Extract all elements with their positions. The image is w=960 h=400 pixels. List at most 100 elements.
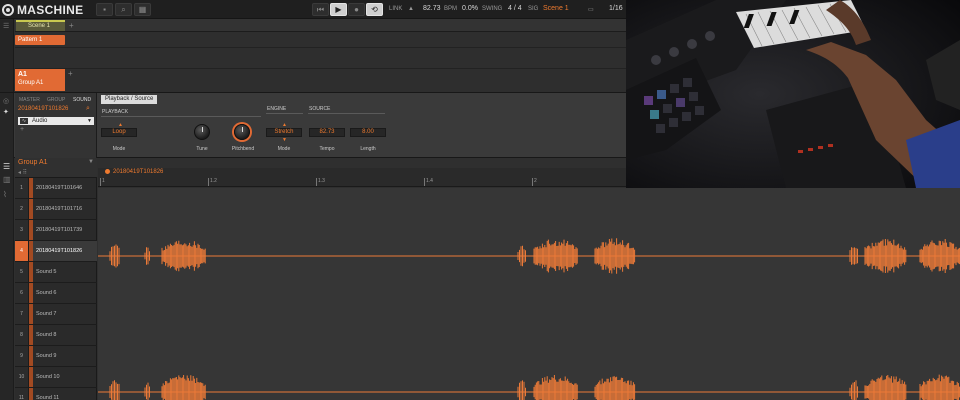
section-engine: ENGINE [267,106,287,112]
sig-label: SIG [528,6,539,12]
loop-button[interactable]: ⟲ [366,3,383,16]
settings-icon[interactable]: ◎ [3,97,9,105]
control-area: ◎ ✦ MASTER GROUP SOUND 20180419T101826 ⌕… [0,92,626,159]
pattern-tools-icon[interactable]: ◂ ⠿ [18,169,27,176]
top-toolbar: MASCHINE ▪ ⌕ ▦ ⏮ ▶ ● ⟲ LINK ▲ 82.73 BPM … [0,0,626,19]
add-plugin-button[interactable]: + [20,126,24,133]
add-scene-button[interactable]: + [69,21,74,30]
sound-slot[interactable]: 11 Sound 11 [15,388,97,400]
plugin-name: Audio [32,118,48,124]
search-icon[interactable]: ⌕ [86,105,90,113]
sound-number: 2 [15,199,29,219]
sound-list: Group A1 ▼ ◂ ⠿ 1 20180419T101646 2 20180419… [15,158,97,400]
group-header: Group A1 ▼ ◂ ⠿ [15,158,97,178]
playback-mode-field[interactable]: Loop [101,128,137,137]
maschine-logo[interactable]: MASCHINE [2,3,83,17]
engine-mode-field[interactable]: Stretch [266,128,302,137]
ruler-label: 1.3 [318,178,325,184]
sound-color-strip [29,388,33,400]
waveform-area[interactable] [98,188,960,400]
plugin-selector[interactable]: ∿ Audio ▼ [18,117,94,125]
sound-slot[interactable]: 10 Sound 10 [15,367,97,388]
sound-slot[interactable]: 7 Sound 7 [15,304,97,325]
sound-number: 7 [15,304,29,324]
length-label: Length [360,146,376,152]
link-label[interactable]: LINK [389,6,402,12]
tab-master[interactable]: MASTER [19,97,40,103]
ruler-tick [424,178,425,186]
waveform-burst [144,382,150,400]
add-group-button[interactable]: + [68,69,73,78]
tab-sound[interactable]: SOUND [73,97,91,103]
tempo-field[interactable]: 82.73 [309,128,345,137]
swing-label: SWING [482,6,503,12]
sound-name[interactable]: 20180419T101826 [18,106,68,112]
engine-mode-label: Mode [277,146,291,152]
sound-number: 3 [15,220,29,240]
sound-name: 20180419T101826 [36,248,83,254]
search-icon[interactable]: ⌕ [115,3,132,16]
swing-value[interactable]: 0.0% [462,5,478,12]
panel-icon[interactable]: ▭ [588,6,594,13]
restart-button[interactable]: ⏮ [312,3,329,16]
group-tile[interactable]: A1 Group A1 [15,69,65,91]
group-id: A1 [18,71,27,78]
waveform-burst [919,374,960,400]
waveform-burst [533,239,578,273]
control-side-strip: ◎ ✦ [0,93,14,159]
grid-icon[interactable]: ▦ [134,3,151,16]
ruler-label: 1.2 [210,178,217,184]
arrow-down-icon[interactable]: ▼ [282,137,287,143]
sound-slot[interactable]: 8 Sound 8 [15,325,97,346]
waveform-burst [517,380,526,400]
sound-slot[interactable]: 1 20180419T101646 [15,178,97,199]
ideas-view-icon[interactable]: ☰ [3,22,9,30]
section-divider [266,113,303,114]
sound-slot[interactable]: 4 20180419T101826 [15,241,97,262]
list-view-icon[interactable]: ☰ [3,162,10,171]
sound-color-strip [29,325,33,345]
sound-slot[interactable]: 5 Sound 5 [15,262,97,283]
arranger-side-strip: ☰ [0,19,14,92]
bpm-value[interactable]: 82.73 [423,5,441,12]
ruler-tick [208,178,209,186]
sound-slot[interactable]: 3 20180419T101739 [15,220,97,241]
record-button[interactable]: ● [348,3,365,16]
play-button[interactable]: ▶ [330,3,347,16]
tune-knob[interactable] [194,124,210,140]
keyboard-view-icon[interactable]: ▥ [3,175,11,184]
plugin-icon[interactable]: ✦ [3,108,9,116]
scene-display[interactable]: Scene 1 [543,5,569,12]
sound-name: Sound 7 [36,311,57,317]
sound-slot[interactable]: 2 20180419T101716 [15,199,97,220]
sound-number: 4 [15,241,29,261]
scene-slot[interactable]: Scene 1 [16,20,65,31]
group-name: Group A1 [18,80,44,86]
chevron-down-icon[interactable]: ▼ [88,159,94,165]
tab-playback-source[interactable]: Playback / Source [101,95,158,104]
ruler-label: 1 [102,178,105,184]
waveform-burst [161,240,206,272]
length-field[interactable]: 8.00 [350,128,386,137]
ruler-tick [100,178,101,186]
tab-group[interactable]: GROUP [47,97,65,103]
section-divider [308,113,385,114]
automation-icon[interactable]: ⌇ [3,190,7,199]
sound-number: 1 [15,178,29,198]
studio-photo [626,0,960,188]
pitchbend-knob[interactable] [234,124,250,140]
browser-toggle-icon[interactable]: ▪ [96,3,113,16]
logo-icon [2,3,14,16]
pattern-editor: ☰ ▥ ⌇ Group A1 ▼ ◂ ⠿ 1 20180419T101646 2 20… [0,158,960,400]
sound-slot[interactable]: 9 Sound 9 [15,346,97,367]
row-divider [15,68,626,69]
step-resolution[interactable]: 1/16 [609,5,623,12]
clip-name[interactable]: 20180419T101826 [105,169,163,175]
time-signature[interactable]: 4 / 4 [508,5,522,12]
pattern-clip[interactable]: Pattern 1 [15,35,65,45]
group-name[interactable]: Group A1 [18,159,48,166]
sound-name: 20180419T101739 [36,227,83,233]
sound-color-strip [29,283,33,303]
sound-slot[interactable]: 6 Sound 6 [15,283,97,304]
metronome-icon[interactable]: ▲ [408,6,414,12]
